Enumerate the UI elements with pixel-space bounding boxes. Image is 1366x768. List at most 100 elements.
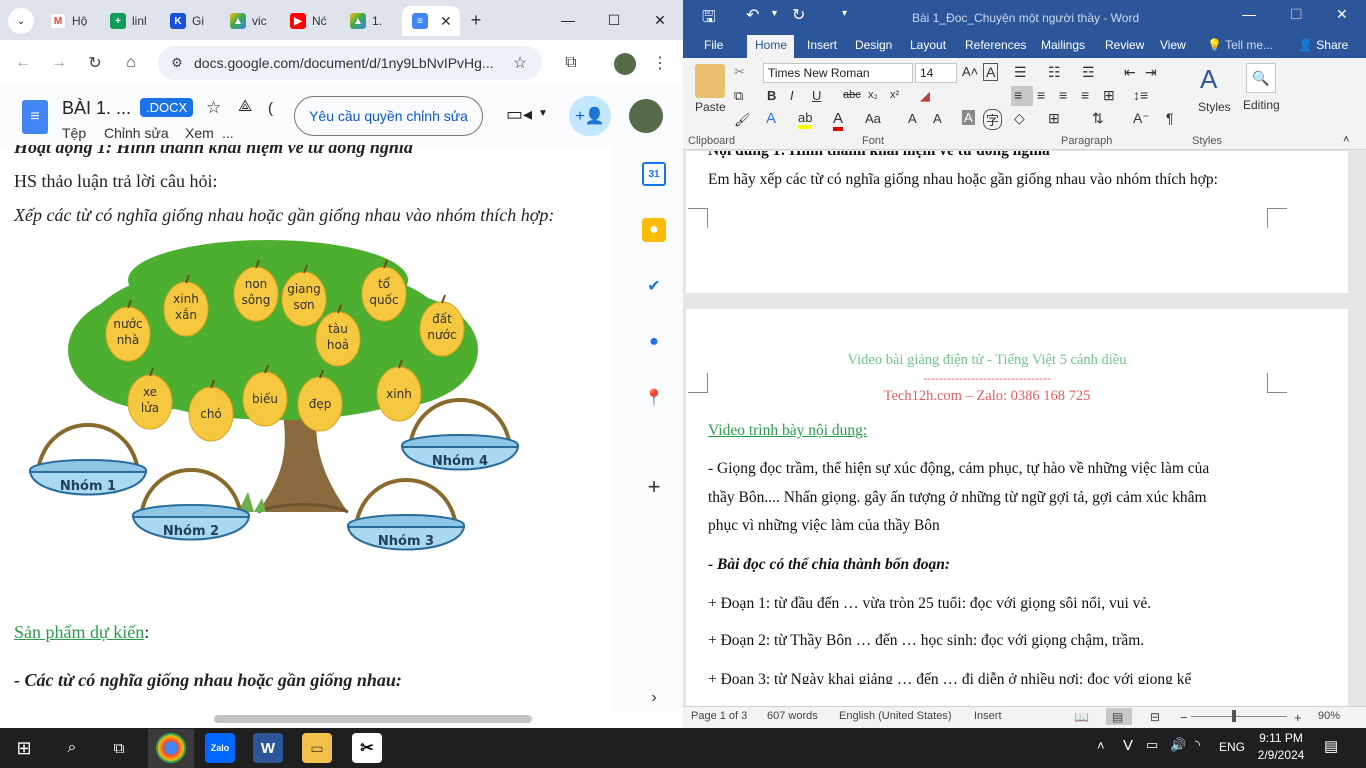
status-page[interactable]: Page 1 of 3 [691, 710, 747, 722]
docs-logo-icon[interactable]: ≡ [22, 100, 48, 134]
zoom-out-icon[interactable]: − [1180, 710, 1188, 725]
status-words[interactable]: 607 words [767, 710, 818, 722]
eraser-icon[interactable]: ◢ [920, 88, 930, 104]
copy-icon[interactable]: ⧉ [734, 88, 743, 104]
format-painter-icon[interactable]: 🖌 [734, 112, 751, 128]
subscript-button[interactable]: x₂ [868, 89, 878, 101]
redo-icon[interactable]: ↻ [792, 5, 805, 25]
search-icon[interactable]: ⌕ [57, 733, 87, 763]
asian-layout-icon[interactable]: A⁻ [1133, 110, 1150, 127]
show-marks-icon[interactable]: ¶ [1166, 110, 1174, 126]
tab-review[interactable]: Review [1105, 38, 1144, 52]
volume-icon[interactable]: 🔊 [1170, 737, 1186, 753]
bullets-icon[interactable]: ☰ [1014, 64, 1027, 81]
star-icon[interactable]: ☆ [206, 98, 221, 118]
read-mode-icon[interactable]: 📖 [1074, 710, 1089, 724]
share-person-icon[interactable]: +👤 [569, 96, 611, 136]
back-icon[interactable]: ← [8, 48, 38, 78]
tab-home[interactable]: Home [755, 38, 787, 52]
undo-icon[interactable]: ↶ [746, 5, 759, 25]
status-mode[interactable]: Insert [974, 710, 1002, 722]
increase-indent-icon[interactable]: ⇥ [1145, 64, 1157, 81]
align-left-icon[interactable]: ≡ [1014, 87, 1022, 103]
chrome-taskbar-icon[interactable] [156, 733, 186, 763]
vietkey-indicator[interactable]: V [1123, 737, 1133, 754]
find-icon[interactable]: 🔍 [1246, 63, 1276, 93]
enclose-char-icon[interactable]: 字 [983, 109, 1003, 130]
word-taskbar-icon[interactable]: W [253, 733, 283, 763]
styles-icon[interactable]: A [1200, 64, 1217, 95]
chrome-tab-3[interactable]: K Gi [160, 6, 218, 36]
italic-button[interactable]: I [790, 88, 794, 103]
chrome-tab-5[interactable]: ▶ Nć [280, 6, 338, 36]
justify-icon[interactable]: ≡ [1081, 87, 1089, 103]
extensions-icon[interactable]: ⧉ [556, 48, 586, 78]
align-right-icon[interactable]: ≡ [1059, 87, 1067, 103]
cut-icon[interactable]: ✂ [734, 64, 745, 80]
capcut-icon[interactable]: ✂ [352, 733, 382, 763]
print-layout-icon[interactable]: ▤ [1112, 710, 1123, 724]
sort-icon[interactable]: ⇅ [1092, 110, 1104, 127]
font-color-icon[interactable]: A [833, 110, 844, 131]
profile-avatar[interactable] [614, 53, 636, 75]
underline-button[interactable]: U [812, 88, 821, 103]
tray-chevron-icon[interactable]: ˄ [1097, 738, 1105, 753]
shading-icon[interactable]: ◇ [1014, 110, 1025, 127]
contacts-icon[interactable]: ● [642, 330, 666, 354]
collapse-ribbon-icon[interactable]: ˄ [1343, 134, 1349, 146]
zoom-slider-thumb[interactable] [1231, 710, 1236, 722]
account-avatar[interactable] [629, 99, 663, 133]
request-edit-button[interactable]: Yêu cầu quyền chỉnh sửa [294, 96, 483, 136]
superscript-button[interactable]: x² [890, 89, 899, 101]
zalo-taskbar-icon[interactable]: Zalo [205, 733, 235, 763]
tell-me-box[interactable]: 💡 Tell me... [1207, 38, 1273, 52]
numbering-icon[interactable]: ☷ [1048, 64, 1061, 81]
shrink-font-icon[interactable]: A [933, 111, 942, 126]
zoom-percent[interactable]: 90% [1318, 710, 1340, 722]
character-shading-icon[interactable]: A [962, 110, 975, 125]
chrome-menu-icon[interactable]: ⋮ [645, 48, 675, 78]
tab-file[interactable]: File [704, 38, 723, 52]
bookmark-star-icon[interactable]: ☆ [505, 48, 535, 78]
maps-icon[interactable]: 📍 [642, 386, 666, 410]
tab-mailings[interactable]: Mailings [1041, 38, 1085, 52]
meet-icon[interactable]: ▭◂ [506, 104, 532, 125]
chrome-tab-active[interactable]: ≡ ✕ [402, 6, 460, 36]
paste-icon[interactable] [695, 64, 725, 98]
move-to-drive-icon[interactable]: ⟁ [238, 98, 252, 116]
word-minimize-button[interactable]: — [1242, 6, 1256, 22]
qat-customize-icon[interactable]: ▾ [842, 8, 847, 19]
word-restore-button[interactable]: ☐ [1290, 6, 1303, 23]
decrease-indent-icon[interactable]: ⇤ [1124, 64, 1136, 81]
status-language[interactable]: English (United States) [839, 710, 952, 722]
font-name-select[interactable]: Times New Roman [763, 63, 913, 83]
clock-time[interactable]: 9:11 PM [1257, 731, 1305, 745]
chrome-tab-6[interactable]: ▲ 1. [340, 6, 398, 36]
share-button[interactable]: 👤 Share [1298, 38, 1348, 52]
paste-label[interactable]: Paste [695, 100, 726, 114]
minimize-button[interactable]: — [545, 0, 591, 40]
language-indicator[interactable]: ENG [1219, 740, 1245, 754]
tab-insert[interactable]: Insert [807, 38, 837, 52]
strikethrough-button[interactable]: abc [843, 89, 861, 101]
keep-icon[interactable]: ● [642, 218, 666, 242]
grow-font-icon[interactable]: A˄ [962, 64, 978, 79]
undo-dropdown-icon[interactable]: ▼ [770, 8, 779, 18]
url-text[interactable]: docs.google.com/document/d/1ny9LbNvIPvHg… [194, 55, 494, 71]
distributed-icon[interactable]: ⊞ [1103, 87, 1115, 104]
multilevel-list-icon[interactable]: ☲ [1082, 64, 1095, 81]
notifications-icon[interactable]: ▤ [1324, 737, 1338, 755]
styles-label[interactable]: Styles [1198, 100, 1231, 114]
chrome-tab-1[interactable]: M Hộ [40, 6, 98, 36]
menu-view[interactable]: Xem [185, 125, 214, 141]
zoom-in-icon[interactable]: + [1294, 710, 1302, 725]
tab-layout[interactable]: Layout [910, 38, 946, 52]
menu-edit[interactable]: Chỉnh sửa [104, 125, 169, 141]
chrome-tab-2[interactable]: + linl [100, 6, 158, 36]
product-link[interactable]: Sản phẩm dự kiến [14, 622, 144, 642]
clear-format-icon[interactable]: A [983, 63, 999, 81]
web-layout-icon[interactable]: ⊟ [1150, 710, 1160, 724]
reload-icon[interactable]: ↻ [80, 48, 110, 78]
font-size-select[interactable]: 14 [915, 63, 957, 83]
tab-design[interactable]: Design [855, 38, 892, 52]
